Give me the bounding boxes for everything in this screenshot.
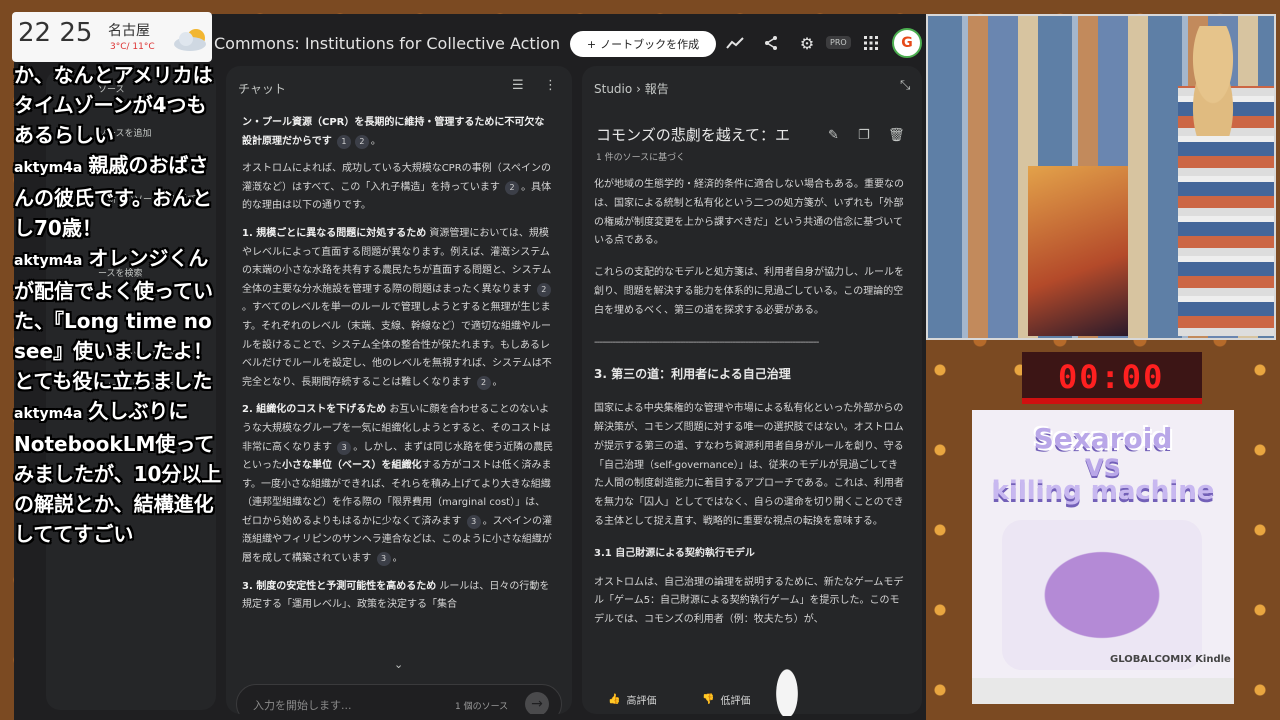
send-arrow-icon[interactable]: → xyxy=(525,692,549,714)
cover-bottom-strip xyxy=(972,678,1234,704)
citation-chip[interactable]: 3 xyxy=(466,514,481,529)
copy-icon[interactable]: ❐ xyxy=(858,128,870,143)
chat-response: ン・プール資源（CPR）を長期的に維持・管理するために不可欠な設計原理だからです… xyxy=(242,117,554,611)
rabbit-mascot xyxy=(772,660,802,716)
more-vert-icon[interactable]: ⋮ xyxy=(544,78,557,93)
scroll-down-chevron-icon[interactable]: ⌄ xyxy=(394,658,403,671)
chat-input-placeholder[interactable]: 入力を開始します... xyxy=(253,697,352,713)
report-section-heading: 3. 第三の道：利用者による自己治理 xyxy=(594,367,791,382)
citation-chip[interactable]: 3 xyxy=(376,552,391,567)
chat-input-box[interactable]: 入力を開始します... 1 個のソース → xyxy=(236,684,562,714)
cover-title-top: Sexaroid xyxy=(1033,422,1173,455)
countdown-timer: 00:00 xyxy=(1022,352,1202,400)
citation-chip[interactable]: 1 xyxy=(336,134,351,149)
clock-time: 22 25 xyxy=(18,18,93,48)
dragon-poster xyxy=(1028,166,1128,336)
dislike-label: 低評価 xyxy=(720,696,751,707)
breadcrumb-studio[interactable]: Studio xyxy=(594,82,632,96)
cloud-weather-icon xyxy=(174,29,206,51)
comment-text: か、なんとアメリカはタイムゾーンが4つもあるらしい xyxy=(14,63,213,147)
item2-heading: 2. 組織化のコストを下げるため xyxy=(242,404,387,416)
comment-user: aktym4a xyxy=(14,406,83,422)
like-label: 高評価 xyxy=(626,696,657,707)
report-para2: これらの支配的なモデルと処方箋は、利用者自身が協力し、ルールを創り、問題を解決す… xyxy=(594,267,904,316)
item3-heading: 3. 制度の安定性と予測可能性を高めるため xyxy=(242,580,437,592)
comment-item: aktym4a オレンジくんが配信でよく使っていた、『Long time no s… xyxy=(14,243,224,396)
pro-badge: PRO xyxy=(826,36,851,49)
apps-grid-icon[interactable] xyxy=(860,32,882,54)
clock-temperature: 3°C/ 11°C xyxy=(110,42,155,52)
analytics-icon[interactable] xyxy=(724,32,746,54)
dislike-button[interactable]: 👎 低評価 xyxy=(702,692,750,707)
teddy-bear xyxy=(1178,26,1248,136)
report-divider: ----------------------------------------… xyxy=(594,336,819,348)
citation-chip[interactable]: 2 xyxy=(476,375,491,390)
citation-chip[interactable]: 3 xyxy=(337,440,352,455)
report-content: 化が地域の生態学的・経済的条件に適合しない場合もある。重要なのは、国家による統制… xyxy=(594,176,906,676)
source-count-label: 1 個のソース xyxy=(455,702,509,712)
thumbs-up-icon: 👍 xyxy=(608,694,621,705)
citation-chip[interactable]: 2 xyxy=(354,134,369,149)
comment-user: aktym4a xyxy=(14,160,83,176)
notebook-title[interactable]: Commons: Institutions for Collective Act… xyxy=(214,34,560,53)
report-para4: オストロムは、自己治理の論理を説明するために、新たなゲームモデル「ゲーム5：自己… xyxy=(594,576,904,626)
create-notebook-button[interactable]: + ノートブックを作成 xyxy=(570,31,716,57)
item2-bold: 小さな単位（ベース）を組織化 xyxy=(282,460,422,472)
clock-city: 名古屋 xyxy=(108,23,150,39)
delete-icon[interactable]: 🗑 xyxy=(888,128,905,143)
timer-progress-bar xyxy=(1022,398,1202,404)
item1-text-cont: 。すべてのレベルを単一のルールで管理しようとすると無理が生じます。それぞれのレベ… xyxy=(242,302,552,388)
comment-user: aktym4a xyxy=(14,253,83,269)
webcam-feed xyxy=(926,14,1276,340)
settings-gear-icon[interactable]: ⚙ xyxy=(796,32,818,54)
studio-breadcrumb: Studio › 報告 xyxy=(594,80,669,97)
thumbs-down-icon: 👎 xyxy=(702,694,715,705)
chat-panel-title: チャット xyxy=(238,82,286,96)
cover-title-bottom: killing machine xyxy=(991,476,1215,506)
plus-icon: + xyxy=(586,37,597,51)
clock-widget: 22 25 名古屋 3°C/ 11°C xyxy=(12,12,212,62)
report-subsection-heading: 3.1 自己財源による契約執行モデル xyxy=(594,547,755,559)
edit-icon[interactable]: ✎ xyxy=(828,128,839,143)
chat-panel: チャット ☰ ⋮ ン・プール資源（CPR）を長期的に維持・管理するために不可欠な… xyxy=(226,66,572,714)
breadcrumb-separator: › xyxy=(636,82,641,96)
note-source-count: 1 件のソースに基づく xyxy=(596,153,686,163)
share-icon[interactable] xyxy=(760,32,782,54)
citation-chip[interactable]: 2 xyxy=(505,180,520,195)
user-avatar[interactable]: G xyxy=(892,28,922,58)
create-notebook-label: ノートブックを作成 xyxy=(600,38,700,51)
report-para3: 国家による中央集権的な管理や市場による私有化といった外部からの解決策が、コモンズ… xyxy=(594,403,904,527)
comment-item: aktym4a 久しぶりにNotebookLM使ってみましたが、10分以上の解説と… xyxy=(14,396,224,549)
timer-digits: 00:00 xyxy=(1058,358,1165,396)
cover-illustration xyxy=(1002,520,1202,670)
cover-brand: GLOBALCOMIX Kindle xyxy=(1110,654,1231,665)
tune-icon[interactable]: ☰ xyxy=(512,78,524,93)
chat-para0: ン・プール資源（CPR）を長期的に維持・管理するために不可欠な設計原理だからです xyxy=(242,117,545,147)
studio-panel: Studio › 報告 ⤡ コモンズの悲劇を越えて：エ ✎ ❐ 🗑 1 件のソー… xyxy=(582,66,922,714)
book-cover: Sexaroid VS killing machine GLOBALCOMIX … xyxy=(972,410,1234,678)
stream-comments: か、なんとアメリカはタイムゾーンが4つもあるらしい aktym4a 親戚のおばさん… xyxy=(14,60,224,549)
like-button[interactable]: 👍 高評価 xyxy=(608,692,656,707)
breadcrumb-report: 報告 xyxy=(644,82,669,96)
comment-item: aktym4a 親戚のおばさんの彼氏です。おんとし70歳！ xyxy=(14,150,224,243)
collapse-icon[interactable]: ⤡ xyxy=(900,78,910,93)
note-title: コモンズの悲劇を越えて：エ xyxy=(596,126,790,144)
item1-heading: 1. 規模ごとに異なる問題に対処するため xyxy=(242,227,427,239)
report-para1: 化が地域の生態学的・経済的条件に適合しない場合もある。重要なのは、国家による統制… xyxy=(594,179,904,247)
citation-chip[interactable]: 2 xyxy=(536,282,551,297)
comment-item: か、なんとアメリカはタイムゾーンが4つもあるらしい xyxy=(14,60,224,150)
